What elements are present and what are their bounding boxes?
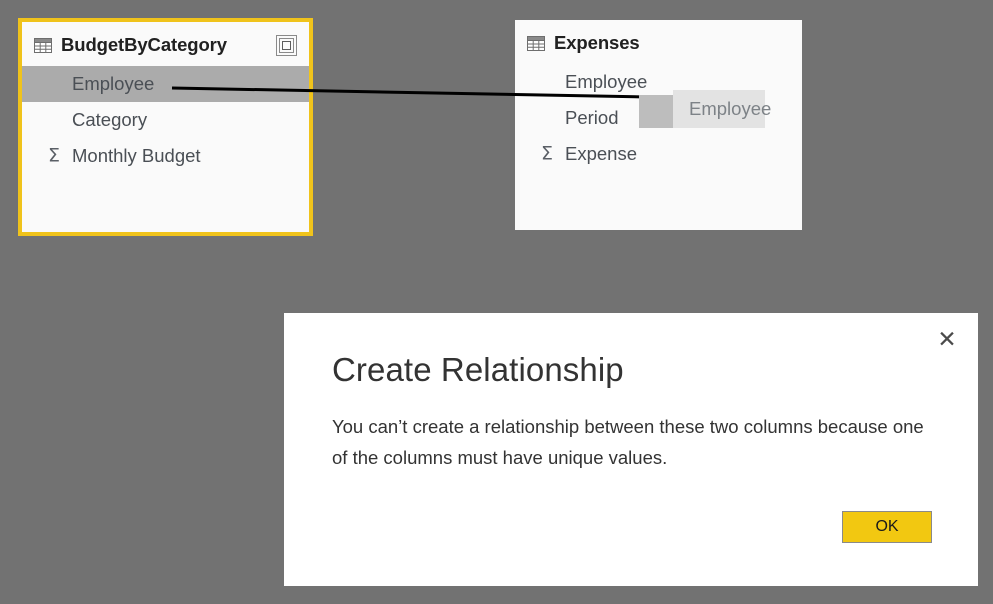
field-list: Employee Category Σ Monthly Budget — [22, 66, 309, 174]
focus-mode-icon[interactable] — [276, 34, 297, 56]
table-grid-icon — [527, 35, 545, 51]
drag-ghost-label: Employee — [689, 98, 772, 119]
field-label: Monthly Budget — [72, 145, 201, 166]
sigma-measure-icon: Σ — [48, 144, 61, 167]
drag-ghost-field: Employee — [673, 90, 771, 128]
field-row[interactable]: Category — [22, 102, 309, 138]
dialog-title: Create Relationship — [332, 351, 624, 388]
table-card-header: Expenses — [515, 20, 802, 54]
field-label: Employee — [565, 71, 648, 92]
dialog-message: You can’t create a relationship between … — [332, 416, 924, 468]
table-card-header: BudgetByCategory — [22, 22, 309, 56]
field-row[interactable]: Employee — [22, 66, 309, 102]
table-title: Expenses — [554, 32, 640, 53]
table-title: BudgetByCategory — [61, 34, 227, 55]
field-label: Category — [72, 109, 148, 130]
field-row[interactable]: Σ Expense — [515, 136, 802, 172]
drag-cursor-block — [639, 95, 673, 128]
field-label: Expense — [565, 143, 637, 164]
field-label: Period — [565, 107, 619, 128]
ok-button[interactable]: OK — [842, 511, 932, 543]
close-icon[interactable]: ✕ — [930, 325, 964, 355]
table-grid-icon — [34, 37, 52, 53]
field-label: Employee — [72, 73, 155, 94]
sigma-measure-icon: Σ — [541, 142, 554, 165]
create-relationship-dialog: ✕ Create Relationship You can’t create a… — [284, 313, 978, 586]
table-card-inner: BudgetByCategory Employee Category Σ Mon — [22, 22, 309, 232]
field-row[interactable]: Σ Monthly Budget — [22, 138, 309, 174]
table-card-budgetbycategory[interactable]: BudgetByCategory Employee Category Σ Mon — [18, 18, 313, 236]
model-diagram-canvas[interactable]: BudgetByCategory Employee Category Σ Mon — [0, 0, 993, 604]
